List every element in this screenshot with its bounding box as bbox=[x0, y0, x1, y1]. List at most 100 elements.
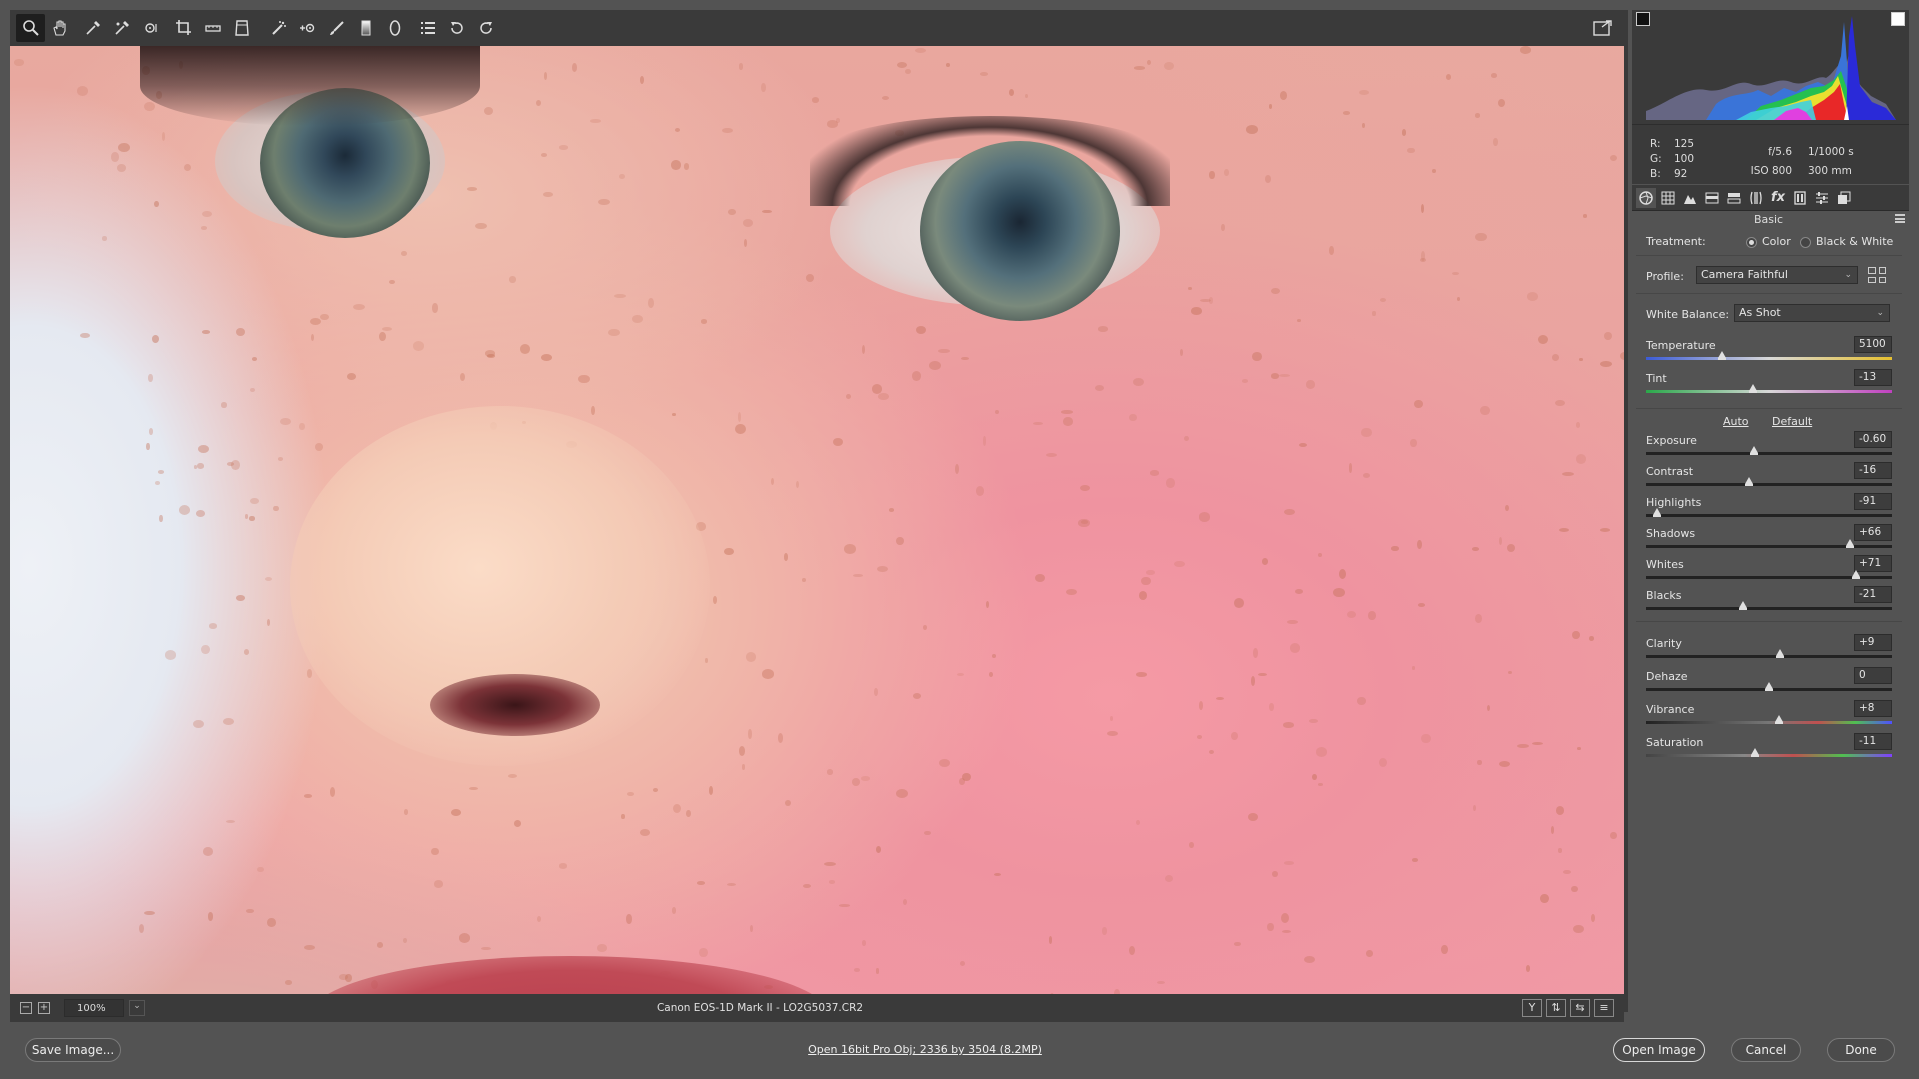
slider-value-input[interactable]: +8 bbox=[1854, 700, 1892, 717]
tab-split-toning[interactable] bbox=[1724, 188, 1744, 208]
rotate-right-tool[interactable] bbox=[471, 14, 500, 42]
targeted-adjustment-tool[interactable] bbox=[136, 14, 165, 42]
freckle bbox=[1208, 296, 1214, 304]
freckle bbox=[1303, 955, 1315, 963]
slider-thumb[interactable] bbox=[1750, 446, 1759, 455]
photo-left-lashes bbox=[140, 46, 480, 126]
freckle bbox=[1590, 914, 1595, 923]
tab-basic[interactable] bbox=[1636, 187, 1656, 208]
slider-track[interactable] bbox=[1646, 483, 1892, 486]
slider-thumb[interactable] bbox=[1653, 508, 1662, 517]
slider-thumb[interactable] bbox=[1776, 649, 1785, 658]
radio-color[interactable] bbox=[1746, 236, 1757, 248]
freckle bbox=[1599, 527, 1610, 532]
slider-track[interactable] bbox=[1646, 390, 1892, 393]
hand-tool[interactable] bbox=[45, 14, 74, 42]
slider-track[interactable] bbox=[1646, 545, 1892, 548]
slider-value-input[interactable]: +66 bbox=[1854, 524, 1892, 541]
tab-presets[interactable] bbox=[1812, 188, 1832, 208]
divider bbox=[1636, 621, 1902, 622]
slider-value-input[interactable]: -13 bbox=[1854, 369, 1892, 386]
default-link[interactable]: Default bbox=[1772, 415, 1812, 428]
image-preview[interactable] bbox=[10, 46, 1624, 994]
freckle bbox=[1410, 438, 1417, 448]
white-balance-tool[interactable] bbox=[78, 14, 107, 42]
panel-menu-icon[interactable] bbox=[1895, 214, 1905, 223]
spot-removal-tool[interactable] bbox=[264, 14, 293, 42]
freckle bbox=[1401, 129, 1407, 136]
graduated-filter-tool[interactable] bbox=[351, 14, 380, 42]
slider-value-input[interactable]: 5100 bbox=[1854, 336, 1892, 353]
preferences-tool[interactable] bbox=[413, 14, 442, 42]
freckle bbox=[466, 187, 478, 191]
done-button[interactable]: Done bbox=[1827, 1038, 1895, 1062]
tab-tone-curve[interactable] bbox=[1658, 188, 1678, 208]
profile-select[interactable]: Camera Faithful ⌄ bbox=[1696, 266, 1858, 284]
freckle bbox=[309, 317, 321, 325]
slider-thumb[interactable] bbox=[1852, 570, 1861, 579]
freckle bbox=[728, 209, 736, 216]
radial-filter-tool[interactable] bbox=[380, 14, 409, 42]
straighten-tool[interactable] bbox=[198, 14, 227, 42]
freckle bbox=[945, 62, 950, 67]
freckle bbox=[888, 508, 895, 512]
toggle-settings-button[interactable]: ≡ bbox=[1594, 999, 1614, 1017]
adjustment-brush-tool[interactable] bbox=[322, 14, 351, 42]
slider-value-input[interactable]: -11 bbox=[1854, 733, 1892, 750]
slider-track[interactable] bbox=[1646, 514, 1892, 517]
tab-effects[interactable]: fx bbox=[1768, 188, 1788, 208]
tab-detail[interactable] bbox=[1680, 188, 1700, 208]
slider-track[interactable] bbox=[1646, 607, 1892, 610]
tab-snapshots[interactable] bbox=[1834, 188, 1854, 208]
swap-before-after-button[interactable]: ⇅ bbox=[1546, 999, 1566, 1017]
crop-tool[interactable] bbox=[169, 14, 198, 42]
open-image-button[interactable]: Open Image bbox=[1613, 1038, 1705, 1062]
auto-link[interactable]: Auto bbox=[1723, 415, 1749, 428]
slider-track[interactable] bbox=[1646, 357, 1892, 360]
freckle bbox=[201, 226, 208, 230]
white-balance-select[interactable]: As Shot ⌄ bbox=[1734, 304, 1890, 322]
tab-hsl[interactable] bbox=[1702, 188, 1722, 208]
transform-tool[interactable] bbox=[227, 14, 256, 42]
zoom-tool[interactable] bbox=[16, 14, 45, 42]
red-eye-tool[interactable] bbox=[293, 14, 322, 42]
slider-track[interactable] bbox=[1646, 754, 1892, 757]
slider-track[interactable] bbox=[1646, 721, 1892, 724]
slider-value-input[interactable]: -16 bbox=[1854, 462, 1892, 479]
tab-camera-calibration[interactable] bbox=[1790, 188, 1810, 208]
g-label: G: bbox=[1650, 153, 1662, 165]
slider-value-input[interactable]: +9 bbox=[1854, 634, 1892, 651]
slider-value-input[interactable]: -91 bbox=[1854, 493, 1892, 510]
freckle bbox=[1284, 508, 1296, 515]
freckle bbox=[475, 222, 487, 230]
slider-thumb[interactable] bbox=[1718, 351, 1727, 360]
slider-thumb[interactable] bbox=[1774, 715, 1783, 724]
profile-browser-icon[interactable] bbox=[1868, 267, 1886, 283]
freckle bbox=[626, 914, 632, 924]
rotate-left-tool[interactable] bbox=[442, 14, 471, 42]
freckle bbox=[1558, 527, 1570, 532]
treatment-color-option[interactable]: Color bbox=[1746, 235, 1791, 248]
slider-thumb[interactable] bbox=[1749, 384, 1757, 393]
before-after-view-button[interactable]: Y bbox=[1522, 999, 1542, 1017]
tab-lens-corrections[interactable] bbox=[1746, 188, 1766, 208]
freckle bbox=[1272, 871, 1278, 878]
slider-thumb[interactable] bbox=[1739, 601, 1748, 610]
slider-thumb[interactable] bbox=[1846, 539, 1855, 548]
slider-thumb[interactable] bbox=[1765, 682, 1773, 691]
slider-value-input[interactable]: 0 bbox=[1854, 667, 1892, 684]
slider-track[interactable] bbox=[1646, 452, 1892, 455]
slider-value-input[interactable]: -21 bbox=[1854, 586, 1892, 603]
slider-track[interactable] bbox=[1646, 655, 1892, 658]
radio-black-white[interactable] bbox=[1800, 236, 1811, 248]
copy-settings-button[interactable]: ⇆ bbox=[1570, 999, 1590, 1017]
red-eye-icon bbox=[299, 23, 314, 33]
slider-thumb[interactable] bbox=[1751, 748, 1760, 757]
fullscreen-toggle-button[interactable] bbox=[1590, 16, 1616, 40]
slider-thumb[interactable] bbox=[1745, 477, 1754, 486]
workflow-options-link[interactable]: Open 16bit Pro Obj; 2336 by 3504 (8.2MP) bbox=[0, 1043, 1850, 1056]
color-sampler-tool[interactable] bbox=[107, 14, 136, 42]
slider-value-input[interactable]: -0.60 bbox=[1854, 431, 1892, 448]
cancel-button[interactable]: Cancel bbox=[1731, 1038, 1801, 1062]
treatment-bw-option[interactable]: Black & White bbox=[1800, 235, 1893, 248]
